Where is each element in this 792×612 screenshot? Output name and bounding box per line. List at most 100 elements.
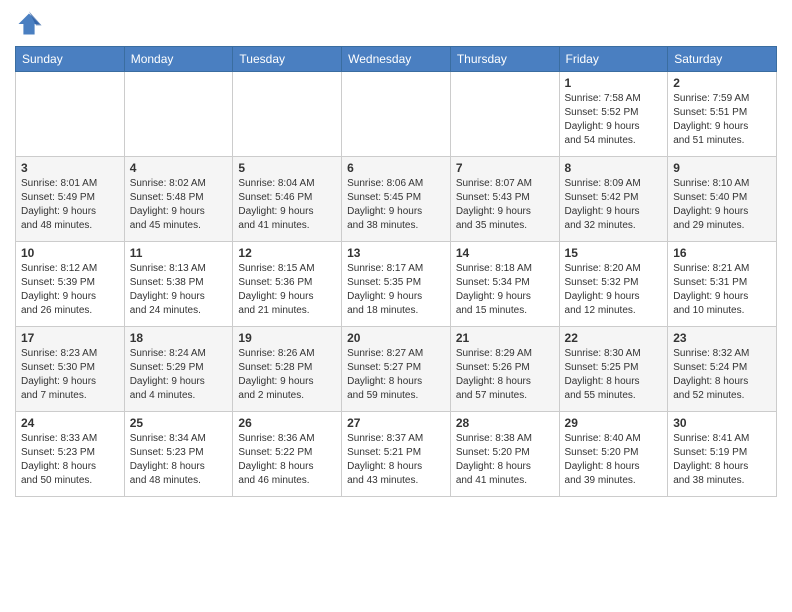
day-number: 19 — [238, 331, 336, 345]
calendar-cell: 7 Sunrise: 8:07 AM Sunset: 5:43 PM Daylig… — [450, 157, 559, 242]
day-info: Sunrise: 8:29 AM Sunset: 5:26 PM Dayligh… — [456, 347, 554, 403]
day-number: 26 — [238, 416, 336, 430]
calendar-cell: 10 Sunrise: 8:12 AM Sunset: 5:39 PM Dayli… — [16, 242, 125, 327]
calendar-cell: 30 Sunrise: 8:41 AM Sunset: 5:19 PM Dayli… — [668, 412, 777, 497]
calendar-cell: 15 Sunrise: 8:20 AM Sunset: 5:32 PM Dayli… — [559, 242, 668, 327]
weekday-header-sunday: Sunday — [16, 47, 125, 72]
day-number: 2 — [673, 76, 771, 90]
weekday-header-tuesday: Tuesday — [233, 47, 342, 72]
day-info: Sunrise: 8:13 AM Sunset: 5:38 PM Dayligh… — [130, 262, 228, 318]
day-number: 29 — [565, 416, 663, 430]
day-info: Sunrise: 7:58 AM Sunset: 5:52 PM Dayligh… — [565, 92, 663, 148]
calendar-cell: 13 Sunrise: 8:17 AM Sunset: 5:35 PM Dayli… — [342, 242, 451, 327]
day-info: Sunrise: 8:20 AM Sunset: 5:32 PM Dayligh… — [565, 262, 663, 318]
week-row-3: 10 Sunrise: 8:12 AM Sunset: 5:39 PM Dayli… — [16, 242, 777, 327]
calendar-cell: 6 Sunrise: 8:06 AM Sunset: 5:45 PM Daylig… — [342, 157, 451, 242]
day-info: Sunrise: 8:17 AM Sunset: 5:35 PM Dayligh… — [347, 262, 445, 318]
day-number: 12 — [238, 246, 336, 260]
day-number: 8 — [565, 161, 663, 175]
day-info: Sunrise: 7:59 AM Sunset: 5:51 PM Dayligh… — [673, 92, 771, 148]
day-info: Sunrise: 8:38 AM Sunset: 5:20 PM Dayligh… — [456, 432, 554, 488]
day-number: 23 — [673, 331, 771, 345]
day-info: Sunrise: 8:09 AM Sunset: 5:42 PM Dayligh… — [565, 177, 663, 233]
calendar-cell: 19 Sunrise: 8:26 AM Sunset: 5:28 PM Dayli… — [233, 327, 342, 412]
logo-icon — [15, 10, 43, 38]
calendar-cell: 14Sunrise: 8:18 AM Sunset: 5:34 PM Dayli… — [450, 242, 559, 327]
day-info: Sunrise: 8:27 AM Sunset: 5:27 PM Dayligh… — [347, 347, 445, 403]
week-row-1: 1 Sunrise: 7:58 AM Sunset: 5:52 PM Daylig… — [16, 72, 777, 157]
calendar-cell: 4 Sunrise: 8:02 AM Sunset: 5:48 PM Daylig… — [124, 157, 233, 242]
calendar-cell: 29 Sunrise: 8:40 AM Sunset: 5:20 PM Dayli… — [559, 412, 668, 497]
day-info: Sunrise: 8:15 AM Sunset: 5:36 PM Dayligh… — [238, 262, 336, 318]
calendar-cell: 2 Sunrise: 7:59 AM Sunset: 5:51 PM Daylig… — [668, 72, 777, 157]
day-number: 21 — [456, 331, 554, 345]
day-number: 25 — [130, 416, 228, 430]
weekday-header-saturday: Saturday — [668, 47, 777, 72]
calendar-cell — [16, 72, 125, 157]
week-row-2: 3Sunrise: 8:01 AM Sunset: 5:49 PM Daylig… — [16, 157, 777, 242]
day-number: 11 — [130, 246, 228, 260]
calendar-cell: 25 Sunrise: 8:34 AM Sunset: 5:23 PM Dayli… — [124, 412, 233, 497]
day-info: Sunrise: 8:23 AM Sunset: 5:30 PM Dayligh… — [21, 347, 119, 403]
day-info: Sunrise: 8:26 AM Sunset: 5:28 PM Dayligh… — [238, 347, 336, 403]
calendar-cell: 17Sunrise: 8:23 AM Sunset: 5:30 PM Dayli… — [16, 327, 125, 412]
calendar-cell: 18 Sunrise: 8:24 AM Sunset: 5:29 PM Dayli… — [124, 327, 233, 412]
calendar-cell: 5 Sunrise: 8:04 AM Sunset: 5:46 PM Daylig… — [233, 157, 342, 242]
day-number: 9 — [673, 161, 771, 175]
logo — [15, 10, 47, 38]
day-number: 18 — [130, 331, 228, 345]
day-number: 16 — [673, 246, 771, 260]
day-number: 30 — [673, 416, 771, 430]
day-info: Sunrise: 8:30 AM Sunset: 5:25 PM Dayligh… — [565, 347, 663, 403]
day-info: Sunrise: 8:24 AM Sunset: 5:29 PM Dayligh… — [130, 347, 228, 403]
calendar-cell: 8 Sunrise: 8:09 AM Sunset: 5:42 PM Daylig… — [559, 157, 668, 242]
day-info: Sunrise: 8:33 AM Sunset: 5:23 PM Dayligh… — [21, 432, 119, 488]
day-info: Sunrise: 8:40 AM Sunset: 5:20 PM Dayligh… — [565, 432, 663, 488]
header — [15, 10, 777, 38]
day-number: 7 — [456, 161, 554, 175]
day-info: Sunrise: 8:21 AM Sunset: 5:31 PM Dayligh… — [673, 262, 771, 318]
weekday-header-wednesday: Wednesday — [342, 47, 451, 72]
day-number: 5 — [238, 161, 336, 175]
day-info: Sunrise: 8:36 AM Sunset: 5:22 PM Dayligh… — [238, 432, 336, 488]
day-info: Sunrise: 8:12 AM Sunset: 5:39 PM Dayligh… — [21, 262, 119, 318]
day-number: 14 — [456, 246, 554, 260]
day-info: Sunrise: 8:01 AM Sunset: 5:49 PM Dayligh… — [21, 177, 119, 233]
weekday-header-monday: Monday — [124, 47, 233, 72]
day-number: 20 — [347, 331, 445, 345]
calendar-cell — [233, 72, 342, 157]
week-row-4: 17Sunrise: 8:23 AM Sunset: 5:30 PM Dayli… — [16, 327, 777, 412]
calendar-cell — [450, 72, 559, 157]
day-number: 28 — [456, 416, 554, 430]
day-info: Sunrise: 8:41 AM Sunset: 5:19 PM Dayligh… — [673, 432, 771, 488]
day-info: Sunrise: 8:07 AM Sunset: 5:43 PM Dayligh… — [456, 177, 554, 233]
calendar-cell: 3Sunrise: 8:01 AM Sunset: 5:49 PM Daylig… — [16, 157, 125, 242]
day-number: 1 — [565, 76, 663, 90]
page: SundayMondayTuesdayWednesdayThursdayFrid… — [0, 0, 792, 612]
calendar-cell — [124, 72, 233, 157]
day-number: 24 — [21, 416, 119, 430]
day-number: 6 — [347, 161, 445, 175]
calendar-cell: 9 Sunrise: 8:10 AM Sunset: 5:40 PM Daylig… — [668, 157, 777, 242]
calendar-cell: 26 Sunrise: 8:36 AM Sunset: 5:22 PM Dayli… — [233, 412, 342, 497]
day-info: Sunrise: 8:34 AM Sunset: 5:23 PM Dayligh… — [130, 432, 228, 488]
calendar-cell: 20 Sunrise: 8:27 AM Sunset: 5:27 PM Dayli… — [342, 327, 451, 412]
day-info: Sunrise: 8:06 AM Sunset: 5:45 PM Dayligh… — [347, 177, 445, 233]
day-number: 13 — [347, 246, 445, 260]
calendar-cell: 27Sunrise: 8:37 AM Sunset: 5:21 PM Dayli… — [342, 412, 451, 497]
calendar-cell: 16 Sunrise: 8:21 AM Sunset: 5:31 PM Dayli… — [668, 242, 777, 327]
day-info: Sunrise: 8:32 AM Sunset: 5:24 PM Dayligh… — [673, 347, 771, 403]
day-number: 10 — [21, 246, 119, 260]
day-info: Sunrise: 8:04 AM Sunset: 5:46 PM Dayligh… — [238, 177, 336, 233]
calendar-cell: 24 Sunrise: 8:33 AM Sunset: 5:23 PM Dayli… — [16, 412, 125, 497]
day-number: 15 — [565, 246, 663, 260]
calendar-cell — [342, 72, 451, 157]
calendar-cell: 12 Sunrise: 8:15 AM Sunset: 5:36 PM Dayli… — [233, 242, 342, 327]
day-info: Sunrise: 8:02 AM Sunset: 5:48 PM Dayligh… — [130, 177, 228, 233]
calendar: SundayMondayTuesdayWednesdayThursdayFrid… — [15, 46, 777, 497]
day-info: Sunrise: 8:10 AM Sunset: 5:40 PM Dayligh… — [673, 177, 771, 233]
calendar-cell: 28 Sunrise: 8:38 AM Sunset: 5:20 PM Dayli… — [450, 412, 559, 497]
weekday-header-friday: Friday — [559, 47, 668, 72]
day-number: 4 — [130, 161, 228, 175]
calendar-cell: 22Sunrise: 8:30 AM Sunset: 5:25 PM Dayli… — [559, 327, 668, 412]
